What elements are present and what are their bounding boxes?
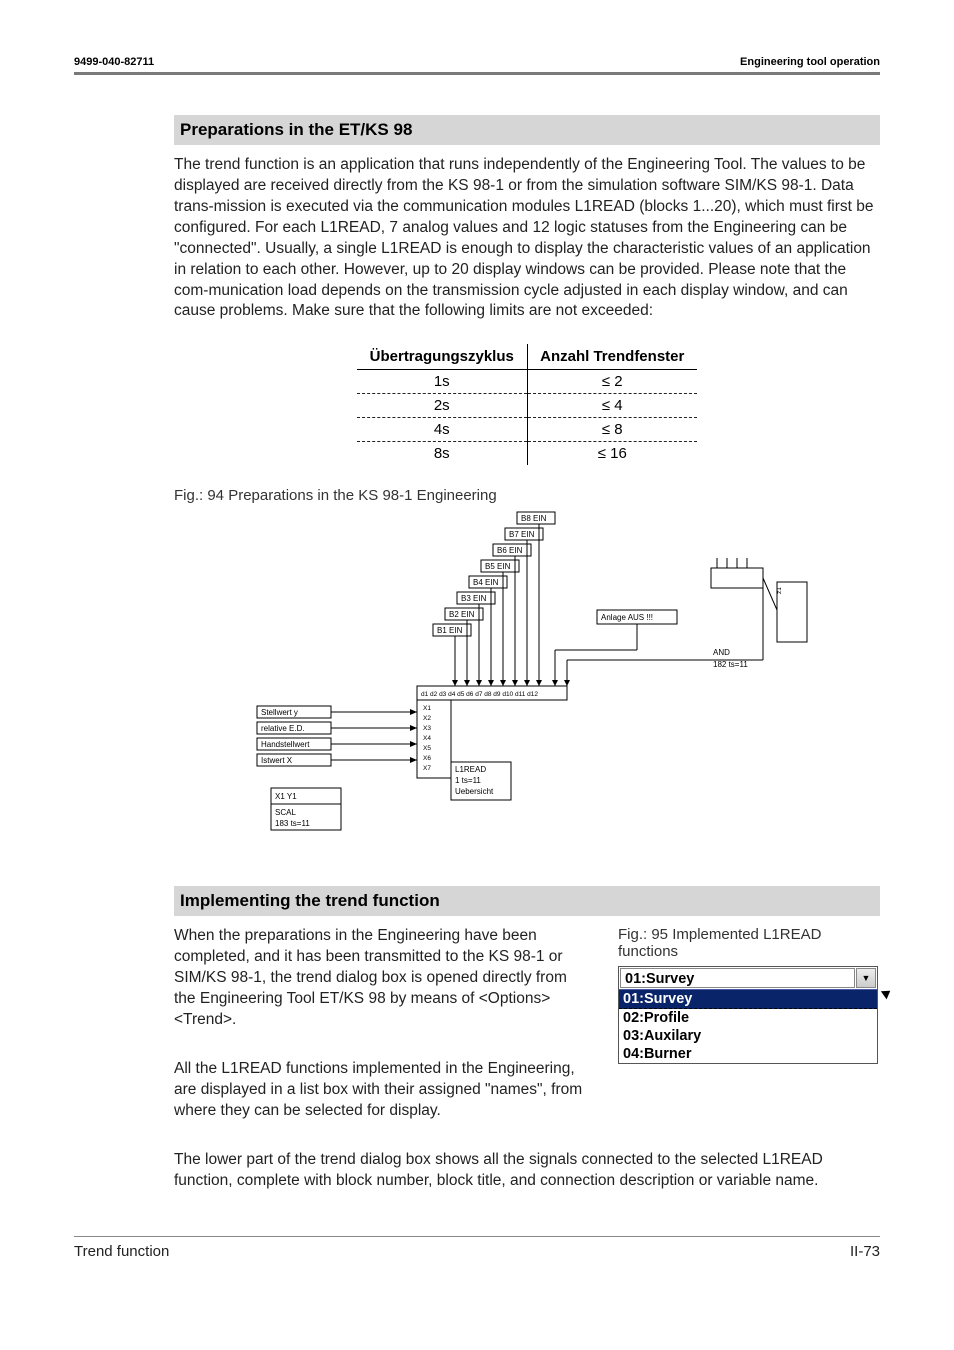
dropdown-item[interactable]: 03:Auxilary <box>619 1027 877 1045</box>
svg-text:Istwert X: Istwert X <box>261 756 293 765</box>
svg-text:B6 EIN: B6 EIN <box>497 546 523 555</box>
fig94-diagram: B8 EIN B7 EIN B6 EIN B5 EIN B4 EIN B3 EI… <box>174 510 880 850</box>
svg-text:B5 EIN: B5 EIN <box>485 562 511 571</box>
dropdown-item[interactable]: 02:Profile <box>619 1009 877 1027</box>
footer-page: II-73 <box>850 1243 880 1260</box>
svg-text:183 ts=11: 183 ts=11 <box>275 819 310 828</box>
svg-text:X2: X2 <box>423 715 431 722</box>
chevron-down-icon[interactable]: ▼ <box>856 968 876 988</box>
svg-text:Stellwert y: Stellwert y <box>261 708 298 717</box>
svg-text:SCAL: SCAL <box>275 808 296 817</box>
l1read-dropdown[interactable]: 01:Survey ▼ 01:Survey 02:Profile 03:Auxi… <box>618 966 878 1064</box>
table-row: 8s ≤ 16 <box>357 442 697 466</box>
svg-text:relative E.D.: relative E.D. <box>261 724 305 733</box>
section-heading-implementing: Implementing the trend function <box>174 886 880 916</box>
table-cell: 4s <box>357 418 527 442</box>
svg-text:1 ts=11: 1 ts=11 <box>455 776 481 785</box>
svg-text:B7 EIN: B7 EIN <box>509 530 535 539</box>
table-cell: 8s <box>357 442 527 466</box>
footer-rule <box>74 1236 880 1237</box>
svg-text:AND: AND <box>713 648 730 657</box>
doc-number: 9499-040-82711 <box>74 56 154 68</box>
section-heading-preparations: Preparations in the ET/KS 98 <box>174 115 880 145</box>
svg-text:X6: X6 <box>423 755 431 762</box>
header-rule <box>74 72 880 75</box>
fig95-caption: Fig.: 95 Implemented L1READ functions <box>618 926 880 960</box>
table-cell: ≤ 2 <box>527 370 697 394</box>
svg-text:X5: X5 <box>423 745 431 752</box>
svg-text:X3: X3 <box>423 725 431 732</box>
table-row: 2s ≤ 4 <box>357 394 697 418</box>
impl-p1: When the preparations in the Engineering… <box>174 926 590 1031</box>
svg-text:X4: X4 <box>423 735 431 742</box>
table-cell: ≤ 8 <box>527 418 697 442</box>
svg-text:X1 Y1: X1 Y1 <box>275 792 297 801</box>
svg-text:B2 EIN: B2 EIN <box>449 610 475 619</box>
dropdown-selected-value[interactable]: 01:Survey <box>620 968 855 988</box>
impl-p2: All the L1READ functions implemented in … <box>174 1059 590 1122</box>
svg-text:Handstellwert: Handstellwert <box>261 740 310 749</box>
table-cell: 1s <box>357 370 527 394</box>
svg-text:B8 EIN: B8 EIN <box>521 514 547 523</box>
svg-text:B1 EIN: B1 EIN <box>437 626 463 635</box>
header-section: Engineering tool operation <box>740 56 880 68</box>
impl-p3: The lower part of the trend dialog box s… <box>174 1150 880 1192</box>
svg-text:X7: X7 <box>423 765 431 772</box>
table-cell: ≤ 4 <box>527 394 697 418</box>
table-row: 4s ≤ 8 <box>357 418 697 442</box>
dropdown-item[interactable]: 04:Burner <box>619 1045 877 1063</box>
svg-text:Uebersicht: Uebersicht <box>455 787 494 796</box>
preparations-body: The trend function is an application tha… <box>174 155 880 322</box>
fig94-caption: Fig.: 94 Preparations in the KS 98-1 Eng… <box>174 487 880 504</box>
footer-left: Trend function <box>74 1243 169 1260</box>
limits-table: Übertragungszyklus Anzahl Trendfenster 1… <box>357 344 697 465</box>
table-header: Übertragungszyklus <box>357 344 527 370</box>
svg-text:Anlage AUS !!!: Anlage AUS !!! <box>601 613 653 622</box>
table-row: 1s ≤ 2 <box>357 370 697 394</box>
svg-text:B3 EIN: B3 EIN <box>461 594 487 603</box>
table-cell: ≤ 16 <box>527 442 697 466</box>
svg-text:B4 EIN: B4 EIN <box>473 578 499 587</box>
svg-text:L1READ: L1READ <box>455 765 486 774</box>
dropdown-item-highlighted[interactable]: 01:Survey <box>619 990 877 1009</box>
svg-text:d1 d2 d3 d4 d5 d6 d7 d8 d9 d10: d1 d2 d3 d4 d5 d6 d7 d8 d9 d10 d11 d12 <box>421 691 538 698</box>
table-cell: 2s <box>357 394 527 418</box>
svg-text:X1: X1 <box>423 705 431 712</box>
svg-text:z1: z1 <box>776 587 783 594</box>
svg-text:182 ts=11: 182 ts=11 <box>713 660 748 669</box>
table-header: Anzahl Trendfenster <box>527 344 697 370</box>
